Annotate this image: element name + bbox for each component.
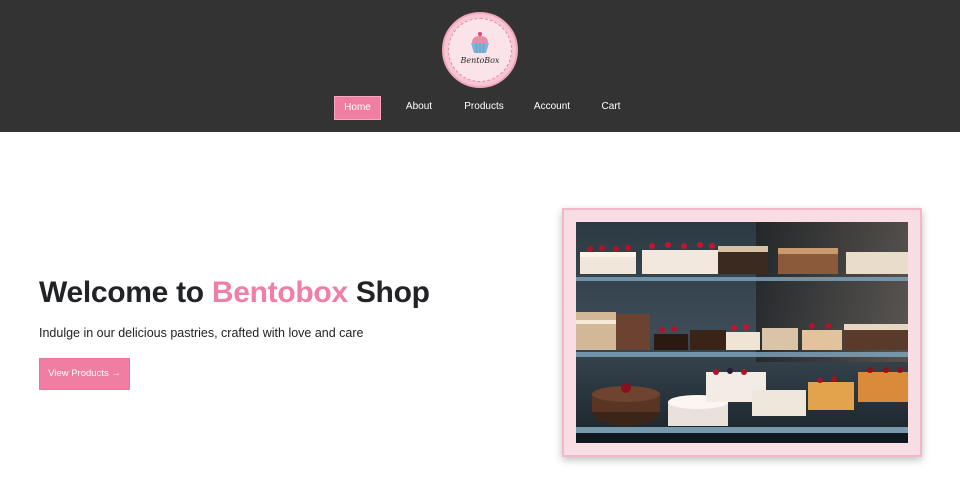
bakery-display-image — [576, 222, 908, 443]
hero-subtitle: Indulge in our delicious pastries, craft… — [39, 326, 364, 340]
hero-title-prefix: Welcome to — [39, 276, 212, 309]
logo-badge: BentoBox — [448, 18, 512, 82]
hero-title-brand: Bentobox — [211, 276, 348, 309]
nav-home[interactable]: Home — [334, 96, 381, 120]
nav-products[interactable]: Products — [458, 96, 510, 120]
nav-account[interactable]: Account — [528, 96, 576, 120]
logo[interactable]: BentoBox — [442, 12, 518, 88]
nav-cart[interactable]: Cart — [596, 96, 626, 120]
logo-subtext — [479, 66, 480, 70]
nav-about[interactable]: About — [399, 96, 439, 120]
logo-script-text: BentoBox — [460, 55, 500, 65]
cupcake-icon — [471, 31, 489, 53]
hero-image-frame — [562, 208, 922, 457]
hero-title-suffix: Shop — [347, 276, 430, 309]
view-products-button[interactable]: View Products → — [39, 358, 130, 390]
main-nav: Home About Products Account Cart — [0, 96, 960, 120]
site-header: BentoBox Home About Products Account Car… — [0, 0, 960, 132]
hero-title: Welcome to Bentobox Shop — [39, 276, 430, 310]
